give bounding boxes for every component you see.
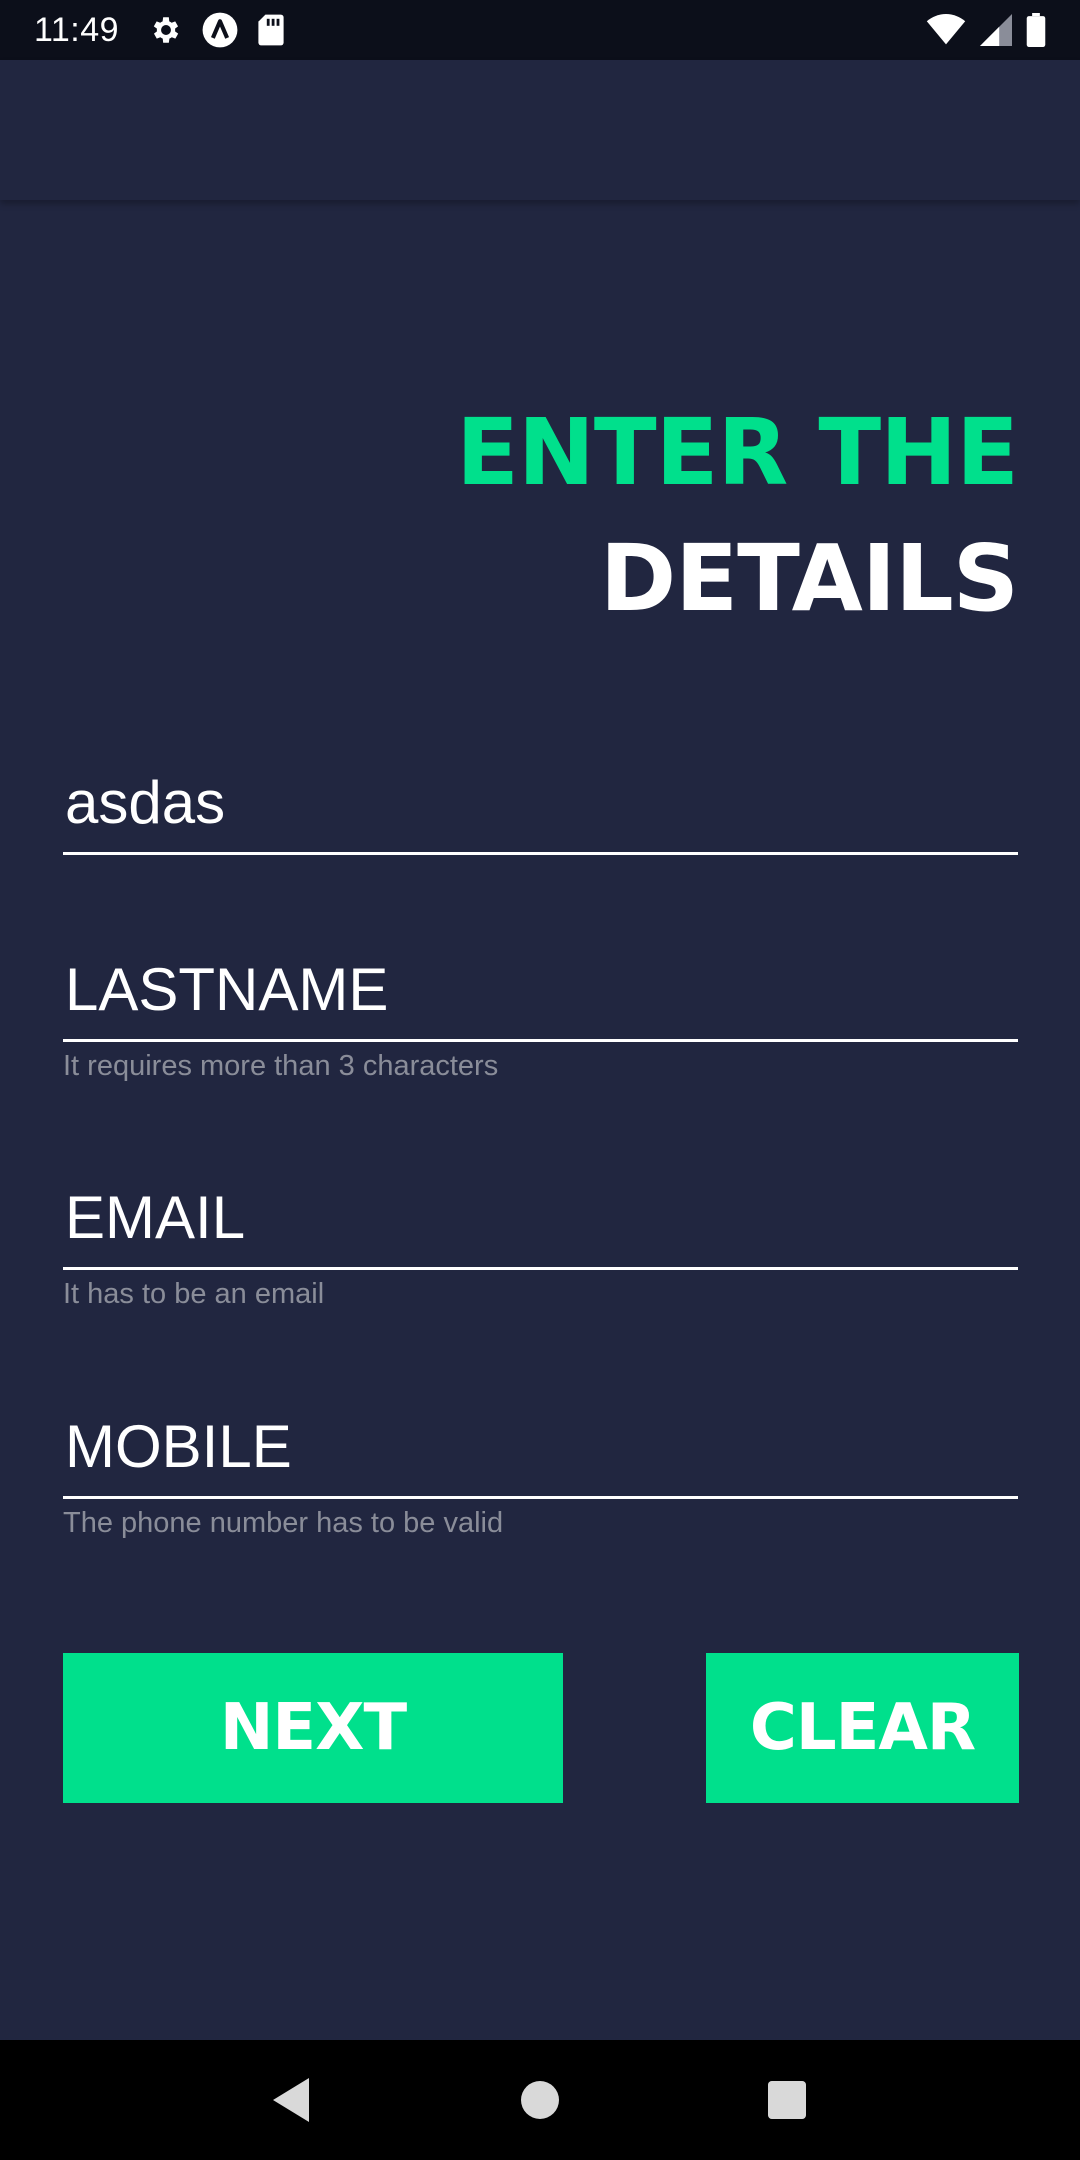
mobile-helper-text: The phone number has to be valid <box>63 1507 504 1539</box>
app-bar <box>0 60 1080 200</box>
first-name-input[interactable] <box>63 735 1018 855</box>
status-bar: 11:49 <box>0 0 1080 60</box>
navigation-bar <box>0 2040 1080 2160</box>
page-heading: ENTER THE DETAILS <box>456 390 1019 642</box>
last-name-input[interactable] <box>63 922 1018 1042</box>
next-button[interactable]: NEXT <box>63 1653 563 1803</box>
email-helper-text: It has to be an email <box>63 1278 325 1310</box>
first-name-field-group <box>63 735 1018 855</box>
screen: 11:49 ENTER THE DETAILS asdas LASTNAME I… <box>0 0 1080 2160</box>
app-a-icon <box>201 11 239 49</box>
mobile-input[interactable] <box>63 1379 1018 1499</box>
email-field-group: It has to be an email <box>63 1150 1018 1311</box>
heading-line-2: DETAILS <box>599 525 1019 632</box>
email-input[interactable] <box>63 1150 1018 1270</box>
battery-icon <box>1026 13 1046 47</box>
signal-icon <box>980 14 1012 46</box>
heading-line-1: ENTER THE <box>456 399 1019 506</box>
wifi-icon <box>926 14 966 46</box>
status-time: 11:49 <box>34 10 120 49</box>
back-icon[interactable] <box>253 2060 333 2140</box>
recents-icon[interactable] <box>747 2060 827 2140</box>
settings-icon <box>149 13 183 47</box>
last-name-field-group: It requires more than 3 characters <box>63 922 1018 1083</box>
status-left-icons <box>149 11 285 49</box>
sd-card-icon <box>257 13 285 47</box>
last-name-helper-text: It requires more than 3 characters <box>63 1050 499 1082</box>
home-icon[interactable] <box>500 2060 580 2140</box>
mobile-field-group: The phone number has to be valid <box>63 1379 1018 1540</box>
status-right-icons <box>926 13 1046 47</box>
clear-button[interactable]: CLEAR <box>706 1653 1019 1803</box>
